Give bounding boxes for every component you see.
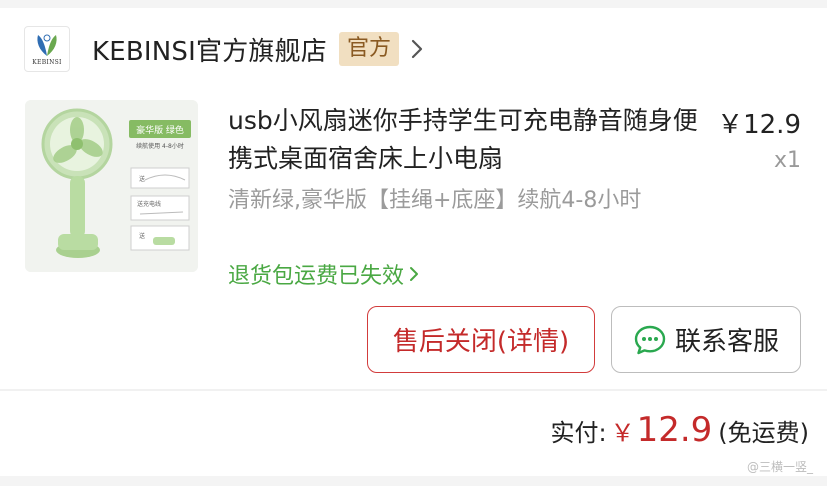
chat-bubble-icon xyxy=(634,325,666,354)
currency-symbol: ￥ xyxy=(610,419,635,447)
total-amount-value: 12.9 xyxy=(636,410,713,450)
payment-summary: 实付: ￥12.9 (免运费) xyxy=(550,410,809,450)
watermark: @三横一竖_ xyxy=(746,460,813,474)
image-label-battery: 续航使用 4-8小时 xyxy=(136,142,184,150)
refund-note[interactable]: 退货包运费已失效 xyxy=(228,258,420,290)
image-label-accessory-3: 送 xyxy=(139,232,145,240)
product-image[interactable]: 豪华版 绿色 续航使用 4-8小时 送 送充电线 送 xyxy=(25,100,198,272)
total-label: 实付: xyxy=(550,419,607,447)
image-label-tag: 豪华版 绿色 xyxy=(136,124,184,136)
chevron-right-icon xyxy=(410,267,419,281)
top-strip xyxy=(0,0,827,8)
official-badge: 官方 xyxy=(339,32,400,66)
refund-note-text: 退货包运费已失效 xyxy=(228,264,405,289)
image-label-accessory-2: 送充电线 xyxy=(137,200,161,208)
store-name[interactable]: KEBINSI官方旗舰店 xyxy=(92,31,327,68)
aftersale-button-label: 售后关闭(详情) xyxy=(392,327,570,357)
product-title[interactable]: usb小风扇迷你手持学生可充电静音随身便携式桌面宿舍床上小电扇 xyxy=(228,102,708,178)
bottom-strip xyxy=(0,476,827,486)
logo-text: KEBINSI xyxy=(32,59,62,66)
chevron-right-icon[interactable] xyxy=(409,37,425,61)
image-label-accessory-1: 送 xyxy=(139,175,145,183)
divider xyxy=(0,389,827,391)
product-quantity: x1 xyxy=(773,148,801,173)
aftersale-details-button[interactable]: 售后关闭(详情) xyxy=(367,306,595,373)
store-logo: KEBINSI xyxy=(24,26,70,72)
contact-service-button[interactable]: 联系客服 xyxy=(611,306,801,373)
product-spec: 清新绿,豪华版【挂绳+底座】续航4-8小时 xyxy=(228,188,642,213)
service-button-label: 联系客服 xyxy=(674,327,779,357)
total-amount: ￥12.9 xyxy=(611,410,713,450)
shipping-note: (免运费) xyxy=(718,419,809,447)
store-header[interactable]: KEBINSI KEBINSI官方旗舰店 官方 xyxy=(24,24,425,74)
product-price: ￥12.9 xyxy=(717,110,801,140)
